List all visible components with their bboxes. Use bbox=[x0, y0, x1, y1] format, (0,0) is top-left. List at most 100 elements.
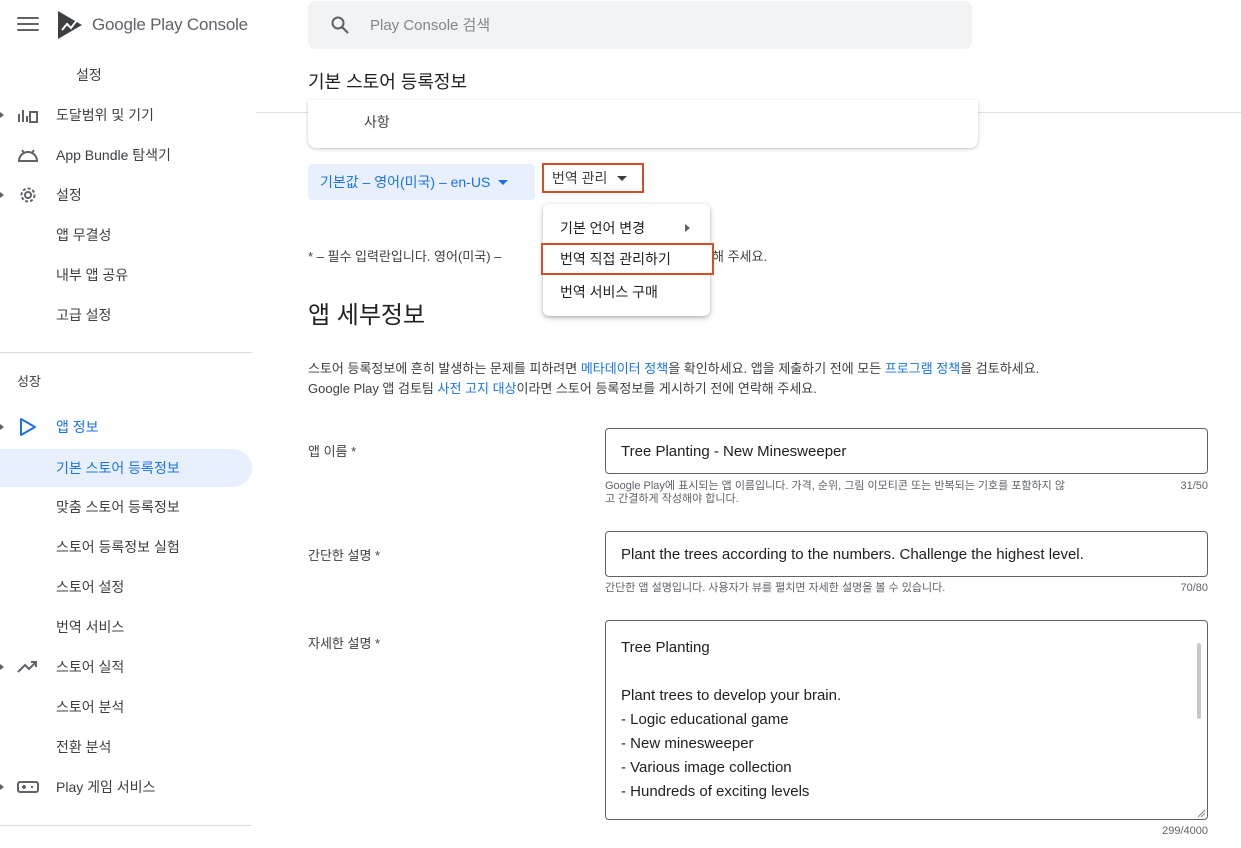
sidebar-item-label: 맞춤 스토어 등록정보 bbox=[56, 499, 180, 515]
default-language-button[interactable]: 기본값 – 영어(미국) – en-US bbox=[308, 164, 535, 200]
full-description-line: - Hundreds of exciting levels bbox=[621, 783, 810, 800]
menu-item-change-default-language[interactable]: 기본 언어 변경 bbox=[543, 212, 710, 244]
desc-text: 스토어 등록정보에 흔히 발생하는 문제를 피하려면 bbox=[308, 361, 581, 376]
previous-card: 사항 bbox=[308, 100, 978, 148]
sidebar-item-label: 설정 bbox=[56, 187, 82, 203]
sidebar-item-label: 설정 bbox=[76, 67, 102, 83]
full-description-line: - Various image collection bbox=[621, 759, 792, 776]
details-description-line-1: 스토어 등록정보에 흔히 발생하는 문제를 피하려면 메타데이터 정책을 확인하… bbox=[308, 358, 1039, 377]
sidebar-item-settings-top[interactable]: 설정 bbox=[0, 56, 252, 94]
textarea-scrollbar[interactable] bbox=[1197, 643, 1201, 719]
sidebar-divider bbox=[0, 352, 252, 353]
manage-translations-label: 번역 관리 bbox=[552, 170, 608, 186]
short-description-counter: 70/80 bbox=[1180, 582, 1208, 594]
sidebar-item-label: 내부 앱 공유 bbox=[56, 267, 129, 283]
menu-item-buy-translation-service[interactable]: 번역 서비스 구매 bbox=[543, 276, 710, 308]
menu-icon[interactable] bbox=[17, 14, 39, 34]
sidebar-divider bbox=[0, 825, 252, 826]
app-name-counter: 31/50 bbox=[1180, 480, 1208, 492]
chevron-right-icon bbox=[685, 224, 690, 232]
sidebar-item-label: 스토어 등록정보 실험 bbox=[56, 539, 180, 555]
search-bar[interactable] bbox=[308, 1, 972, 49]
gear-icon bbox=[16, 184, 40, 206]
full-description-line: - Logic educational game bbox=[621, 711, 789, 728]
android-icon bbox=[16, 144, 40, 166]
sidebar-item-label: 스토어 분석 bbox=[56, 699, 125, 715]
sidebar-item-label: 스토어 설정 bbox=[56, 579, 125, 595]
metadata-policy-link[interactable]: 메타데이터 정책 bbox=[581, 361, 668, 376]
google-play-console-logo[interactable]: Google Play Console bbox=[56, 9, 248, 41]
helper-line: Google Play에 표시되는 앱 이름입니다. 가격, 순위, 그림 이모… bbox=[605, 480, 1065, 492]
sidebar-item-translation-service[interactable]: 번역 서비스 bbox=[0, 608, 252, 646]
desc-text: 을 검토하세요. bbox=[960, 361, 1040, 376]
default-language-label: 기본값 – 영어(미국) – en-US bbox=[320, 174, 491, 190]
sidebar-item-main-store-listing[interactable]: 기본 스토어 등록정보 bbox=[0, 449, 252, 487]
sidebar-item-label: Play 게임 서비스 bbox=[56, 779, 156, 795]
sidebar-item-listing-experiments[interactable]: 스토어 등록정보 실험 bbox=[0, 528, 252, 566]
full-description-line: Plant trees to develop your brain. bbox=[621, 687, 842, 704]
sidebar-item-app-info[interactable]: 앱 정보 bbox=[0, 408, 252, 446]
play-console-logo-icon bbox=[58, 11, 82, 39]
sidebar-item-label: 번역 서비스 bbox=[56, 619, 125, 635]
helper-line: 고 간결하게 작성해야 합니다. bbox=[605, 493, 739, 505]
sidebar-item-app-integrity[interactable]: 앱 무결성 bbox=[0, 216, 252, 254]
app-name-label: 앱 이름 * bbox=[308, 444, 357, 459]
sidebar-item-label: App Bundle 탐색기 bbox=[56, 147, 171, 163]
app-name-input[interactable]: Tree Planting - New Minesweeper bbox=[605, 428, 1208, 474]
sidebar-item-label: 기본 스토어 등록정보 bbox=[56, 460, 180, 476]
logo-text: Google Play Console bbox=[92, 15, 248, 34]
caret-down-icon bbox=[0, 664, 4, 670]
short-description-value: Plant the trees according to the numbers… bbox=[621, 545, 1084, 563]
translation-menu: 기본 언어 변경 번역 직접 관리하기 번역 서비스 구매 bbox=[541, 204, 714, 316]
sidebar-item-label: 고급 설정 bbox=[56, 307, 112, 323]
short-description-helper: 간단한 앱 설명입니다. 사용자가 뷰를 펼치면 자세한 설명을 볼 수 있습니… bbox=[605, 582, 946, 594]
sidebar-item-reach[interactable]: 도달범위 및 기기 bbox=[0, 96, 252, 134]
advance-notice-link[interactable]: 사전 고지 대상 bbox=[438, 381, 517, 396]
sidebar-item-bundle-explorer[interactable]: App Bundle 탐색기 bbox=[0, 136, 252, 174]
required-note-prefix: * – 필수 입력란입니다. 영어(미국) – bbox=[308, 249, 502, 264]
play-icon bbox=[16, 416, 40, 438]
sidebar-item-label: 앱 정보 bbox=[56, 419, 99, 435]
sidebar-section-growth: 성장 bbox=[17, 374, 41, 389]
resize-handle-icon[interactable] bbox=[1196, 808, 1206, 818]
gamepad-icon bbox=[16, 776, 40, 798]
sidebar-item-label: 전환 분석 bbox=[56, 739, 112, 755]
sidebar-item-settings[interactable]: 설정 bbox=[0, 176, 252, 214]
program-policy-link[interactable]: 프로그램 정책 bbox=[885, 361, 960, 376]
sidebar-item-conversion-analysis[interactable]: 전환 분석 bbox=[0, 728, 252, 766]
previous-card-text: 사항 bbox=[364, 114, 390, 130]
sidebar-item-store-performance[interactable]: 스토어 실적 bbox=[0, 648, 252, 686]
sidebar-item-custom-store-listing[interactable]: 맞춤 스토어 등록정보 bbox=[0, 488, 252, 526]
required-fields-note: * – 필수 입력란입니다. 영어(미국) – 해 주세요. bbox=[308, 246, 767, 265]
manage-translations-button[interactable]: 번역 관리 bbox=[542, 163, 644, 193]
full-description-line: Tree Planting bbox=[621, 639, 710, 656]
trending-up-icon bbox=[16, 656, 40, 678]
bar-chart-icon bbox=[16, 104, 40, 126]
sidebar-item-play-games[interactable]: Play 게임 서비스 bbox=[0, 768, 252, 806]
sidebar-item-label: 스토어 실적 bbox=[56, 659, 125, 675]
short-description-input[interactable]: Plant the trees according to the numbers… bbox=[605, 531, 1208, 577]
full-description-counter: 299/4000 bbox=[1162, 825, 1208, 837]
search-input[interactable] bbox=[370, 11, 930, 39]
sidebar-item-store-settings[interactable]: 스토어 설정 bbox=[0, 568, 252, 606]
caret-down-icon bbox=[0, 424, 4, 430]
sidebar-item-advanced-settings[interactable]: 고급 설정 bbox=[0, 296, 252, 334]
desc-text: 을 확인하세요. 앱을 제출하기 전에 모든 bbox=[668, 361, 885, 376]
sidebar-item-label: 도달범위 및 기기 bbox=[56, 107, 154, 123]
sidebar: Google Play Console 설정 도달범위 및 기기 App Bun… bbox=[0, 0, 256, 848]
search-icon bbox=[331, 16, 349, 34]
desc-text: Google Play 앱 검토팀 bbox=[308, 381, 438, 396]
sidebar-item-store-analysis[interactable]: 스토어 분석 bbox=[0, 688, 252, 726]
full-description-textarea[interactable]: Tree Planting Plant trees to develop you… bbox=[605, 620, 1208, 820]
menu-item-manage-translations-directly[interactable]: 번역 직접 관리하기 bbox=[541, 243, 714, 275]
app-details-title: 앱 세부정보 bbox=[308, 302, 426, 329]
details-description-line-2: Google Play 앱 검토팀 사전 고지 대상이라면 스토어 등록정보를 … bbox=[308, 378, 817, 397]
required-note-suffix: 해 주세요. bbox=[712, 249, 768, 264]
app-name-value: Tree Planting - New Minesweeper bbox=[621, 442, 847, 460]
dropdown-arrow-icon bbox=[498, 179, 509, 185]
sidebar-item-label: 앱 무결성 bbox=[56, 227, 112, 243]
short-description-label: 간단한 설명 * bbox=[308, 548, 381, 563]
full-description-line: - New minesweeper bbox=[621, 735, 754, 752]
app-name-helper: Google Play에 표시되는 앱 이름입니다. 가격, 순위, 그림 이모… bbox=[605, 480, 1065, 506]
sidebar-item-internal-share[interactable]: 내부 앱 공유 bbox=[0, 256, 252, 294]
